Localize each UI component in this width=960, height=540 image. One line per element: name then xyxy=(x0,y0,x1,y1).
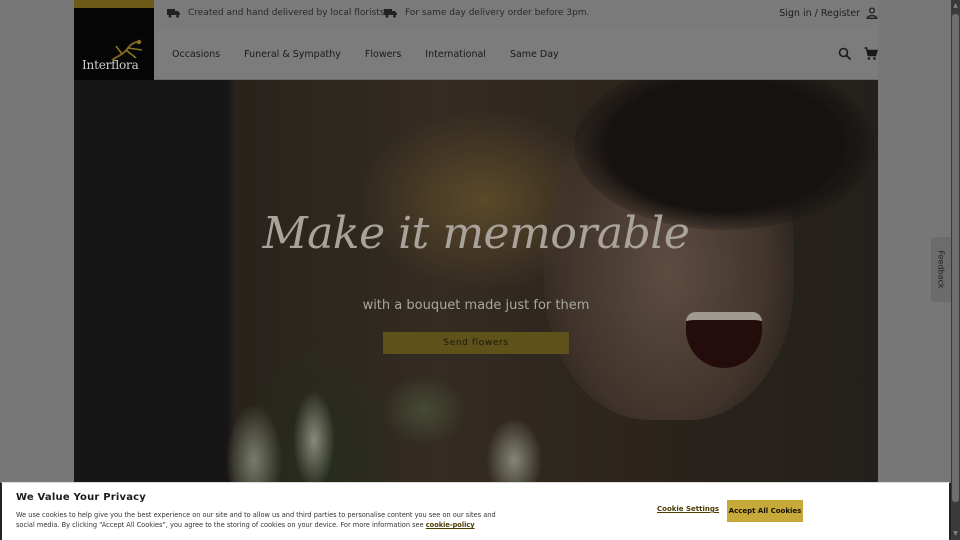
signin-link[interactable]: Sign in / Register xyxy=(779,7,878,19)
accept-all-cookies-button[interactable]: Accept All Cookies xyxy=(727,500,803,522)
hero-subtitle: with a bouquet made just for them xyxy=(362,298,590,313)
signin-label[interactable]: Sign in / Register xyxy=(779,8,860,19)
nav-item-funeral-sympathy[interactable]: Funeral & Sympathy xyxy=(244,49,341,60)
search-icon[interactable] xyxy=(838,47,852,61)
brand-logo[interactable]: Interflora xyxy=(74,0,154,80)
user-icon[interactable] xyxy=(866,7,878,19)
cookie-banner-text: We use cookies to help give you the best… xyxy=(16,510,516,530)
cookie-banner-title: We Value Your Privacy xyxy=(16,492,147,503)
logo-accent-stripe xyxy=(74,0,154,8)
feedback-label[interactable]: Feedback xyxy=(937,250,946,288)
usp-bar: Created and hand delivered by local flor… xyxy=(74,0,878,28)
page-scrollbar[interactable]: ▲ ▼ xyxy=(951,0,960,540)
nav-item-occasions[interactable]: Occasions xyxy=(172,49,220,60)
cookie-policy-link[interactable]: cookie-policy xyxy=(426,521,475,529)
cookie-banner-body: We use cookies to help give you the best… xyxy=(16,511,496,529)
nav-links: Occasions Funeral & Sympathy Flowers Int… xyxy=(172,28,559,80)
usp-item: Created and hand delivered by local flor… xyxy=(167,8,387,18)
feedback-tab[interactable]: Feedback xyxy=(931,237,951,302)
hero-title: Make it memorable xyxy=(262,208,690,259)
cookie-consent-banner: We Value Your Privacy We use cookies to … xyxy=(0,482,951,540)
scroll-down-arrow-icon[interactable]: ▼ xyxy=(952,530,959,538)
main-nav: Occasions Funeral & Sympathy Flowers Int… xyxy=(74,28,878,80)
nav-item-international[interactable]: International xyxy=(425,49,486,60)
brand-wordmark: Interflora xyxy=(82,58,139,72)
usp-item: For same day delivery order before 3pm. xyxy=(384,8,589,18)
nav-item-same-day[interactable]: Same Day xyxy=(510,49,559,60)
nav-item-flowers[interactable]: Flowers xyxy=(365,49,401,60)
scrollbar-thumb[interactable] xyxy=(952,14,959,502)
send-flowers-button[interactable]: Send flowers xyxy=(383,332,569,354)
hero-shade xyxy=(74,80,878,482)
page-overlay-dimmed: Created and hand delivered by local flor… xyxy=(0,0,951,540)
usp-text: For same day delivery order before 3pm. xyxy=(405,8,590,18)
hero-banner: Make it memorable with a bouquet made ju… xyxy=(74,80,878,482)
cart-icon[interactable] xyxy=(864,47,878,61)
truck-icon xyxy=(384,9,397,18)
nav-icons xyxy=(838,28,878,80)
truck-icon xyxy=(167,9,180,18)
cookie-settings-button[interactable]: Cookie Settings xyxy=(657,505,719,513)
page-content: Created and hand delivered by local flor… xyxy=(74,0,878,540)
usp-text: Created and hand delivered by local flor… xyxy=(188,8,388,18)
scroll-up-arrow-icon[interactable]: ▲ xyxy=(952,2,959,10)
